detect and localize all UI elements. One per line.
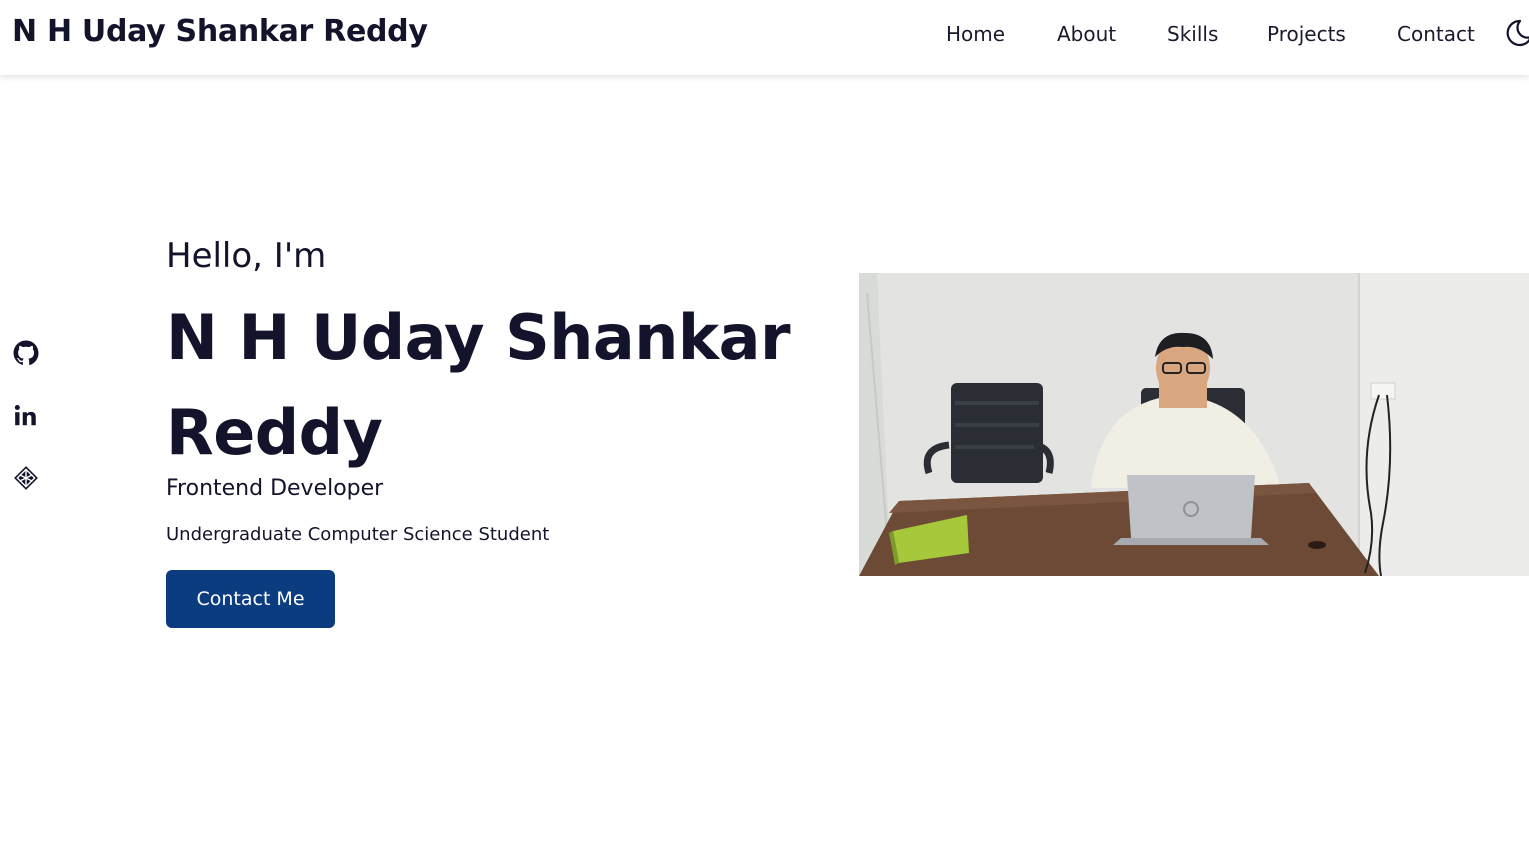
netlify-link[interactable] <box>13 465 39 491</box>
nav-link-contact[interactable]: Contact <box>1397 22 1475 46</box>
hero-greeting: Hello, I'm <box>166 236 327 276</box>
profile-photo <box>859 273 1529 576</box>
linkedin-link[interactable] <box>13 403 39 429</box>
nav-link-home[interactable]: Home <box>946 22 1005 46</box>
contact-me-button[interactable]: Contact Me <box>166 570 335 628</box>
nav-link-about[interactable]: About <box>1057 22 1116 46</box>
theme-toggle-button[interactable] <box>1504 18 1529 48</box>
site-header: N H Uday Shankar Reddy Home About Skills… <box>0 0 1529 75</box>
nav-link-skills[interactable]: Skills <box>1167 22 1218 46</box>
hero-role: Frontend Developer <box>166 476 384 501</box>
nav-link-projects[interactable]: Projects <box>1267 22 1346 46</box>
main-nav: Home About Skills Projects Contact <box>0 22 1529 52</box>
github-icon <box>13 340 39 366</box>
github-link[interactable] <box>13 340 39 366</box>
netlify-icon <box>14 466 38 490</box>
hero-subtitle: Undergraduate Computer Science Student <box>166 524 550 545</box>
moon-icon <box>1506 19 1529 47</box>
hero-name: N H Uday Shankar Reddy <box>166 301 791 469</box>
linkedin-icon <box>14 405 36 426</box>
